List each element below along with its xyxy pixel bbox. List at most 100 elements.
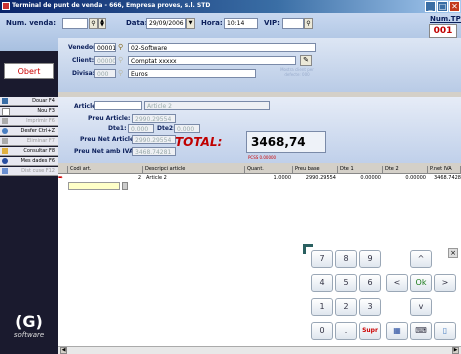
keypad-key-7[interactable]: 7 [311,250,333,268]
column-header[interactable]: Preu base [293,166,338,174]
table-cell: 2 [137,175,141,181]
hora-label: Hora: [201,19,223,27]
info-icon [2,158,8,164]
client-label: Client: [72,57,95,64]
num-tpv-value: 001 [429,24,457,38]
dte1-label: Dte1: [108,125,127,132]
table-cell: 0.00000 [405,175,426,181]
date-field[interactable]: 29/09/2006 [146,18,186,29]
table-row[interactable]: ➨ 2 Article 2 1.0000 2990.29554 0.00000 … [58,174,461,182]
print-icon [2,118,8,124]
function-keys: Douar F4 Nou F3 Imprimir F6 Desfer Ctrl+… [0,97,58,177]
fn-key-label: Mes dades F6 [20,158,55,164]
column-header[interactable]: Quant. [245,166,293,174]
column-header[interactable]: Descripci article [143,166,245,174]
keypad-key-ok[interactable]: Ok [410,274,432,292]
dte2-field[interactable]: 0.000 [174,124,200,133]
fn-key-mes-dades[interactable]: Mes dades F6 [0,157,58,166]
article-code-field[interactable] [94,101,142,110]
chevron-down-icon[interactable]: ▼ [186,18,195,29]
num-venda-field[interactable] [62,18,88,29]
fn-key-consultar[interactable]: Consultar F8 [0,147,58,156]
keypad-key-5[interactable]: 5 [335,274,357,292]
table-cell: 1.0000 [273,175,292,181]
arrow-icon [2,168,8,174]
key-icon[interactable]: ⚲ [118,56,126,65]
document-icon[interactable]: ▯ [434,322,456,340]
table-cell: 3468.7428 [433,175,461,181]
fn-key-desfer[interactable]: Desfer Ctrl+Z [0,127,58,136]
horizontal-scrollbar[interactable]: ◀ ▶ [58,346,461,354]
keypad-key-dot[interactable]: . [335,322,357,340]
fn-key-dist-cuse[interactable]: Dist cuse F12 [0,167,58,176]
keypad-key-8[interactable]: 8 [335,250,357,268]
preu-net-label: Preu Net Article: [80,136,137,143]
vip-label: VIP: [264,19,280,27]
divisa-code-field[interactable]: 000 [94,69,116,78]
row-indicator-header [58,166,68,174]
keypad-key-supr[interactable]: Supr [359,322,381,340]
keypad-key-up[interactable]: ^ [410,250,432,268]
fn-key-label: Dist cuse F12 [21,168,55,174]
keypad-close-icon[interactable]: × [448,248,458,258]
fn-key-label: Nou F3 [37,108,55,114]
fn-key-label: Douar F4 [32,98,55,104]
new-row-button[interactable] [122,182,128,190]
client-code-field[interactable]: 00000 [94,56,116,65]
keypad-key-1[interactable]: 1 [311,298,333,316]
keypad-key-right[interactable]: > [434,274,456,292]
new-row-input[interactable] [68,182,120,190]
venedor-code-field[interactable]: 00001 [94,43,116,52]
total-label: TOTAL: [175,135,223,149]
hint-text: Mostra client per defecte: 000 [280,67,314,77]
spinner-icon[interactable]: ▲ ▼ [98,18,106,29]
keypad-key-2[interactable]: 2 [335,298,357,316]
fn-key-nou[interactable]: Nou F3 [0,107,58,116]
key-icon[interactable]: ⚲ [89,18,98,29]
keypad-key-9[interactable]: 9 [359,250,381,268]
client-name-field: Comptat xxxxx [128,56,296,65]
vip-field[interactable] [282,18,304,29]
num-venda-label: Num. venda: [6,19,57,27]
edit-icon[interactable]: ✎ [300,55,312,66]
save-icon[interactable]: ▦ [386,322,408,340]
fn-key-imprimir[interactable]: Imprimir F6 [0,117,58,126]
keypad-key-3[interactable]: 3 [359,298,381,316]
column-header[interactable]: Dte 2 [383,166,428,174]
logo-mark: (G) [15,312,43,331]
keypad-key-left[interactable]: < [386,274,408,292]
column-header[interactable]: Dte 1 [338,166,383,174]
close-button[interactable]: ✕ [449,1,460,12]
key-icon[interactable]: ⚲ [304,18,313,29]
undo-icon [2,128,8,134]
minimize-button[interactable]: _ [425,1,436,12]
keyboard-icon[interactable]: ⌨ [410,322,432,340]
window-title: Terminal de punt de venda - 666, Empresa… [12,2,211,9]
column-header[interactable]: Codi art. [68,166,143,174]
fn-key-douar[interactable]: Douar F4 [0,97,58,106]
document-icon [2,98,8,104]
sales-table[interactable]: Codi art. Descripci article Quant. Preu … [58,166,461,346]
preu-field[interactable]: 2990.29554 [132,114,176,123]
venedor-name-field: 02-Software [128,43,316,52]
preu-net-field: 2990.29554 [132,135,176,144]
keypad-key-6[interactable]: 6 [359,274,381,292]
column-header[interactable]: P.net IVA [428,166,461,174]
key-icon[interactable]: ⚲ [118,69,126,78]
keypad-key-0[interactable]: 0 [311,322,333,340]
article-panel: Article: Article 2 Preu Article: 2990.29… [58,97,461,163]
time-field[interactable]: 10:14 [224,18,258,29]
scroll-right-icon[interactable]: ▶ [452,347,459,354]
keypad-key-down[interactable]: v [410,298,432,316]
keypad-key-4[interactable]: 4 [311,274,333,292]
fn-key-eliminar[interactable]: Eliminar F7 [0,137,58,146]
app-icon [2,2,10,10]
customer-panel: Venedor: 00001 ⚲ 02-Software Client: 000… [58,38,461,92]
scroll-left-icon[interactable]: ◀ [60,347,67,354]
key-icon[interactable]: ⚲ [118,43,126,52]
maximize-button[interactable]: □ [437,1,448,12]
table-cell: Article 2 [146,175,167,181]
new-icon [2,108,10,116]
preu-net-iva-field: 3468.74281 [132,147,176,156]
dte1-field[interactable]: 0.000 [128,124,154,133]
